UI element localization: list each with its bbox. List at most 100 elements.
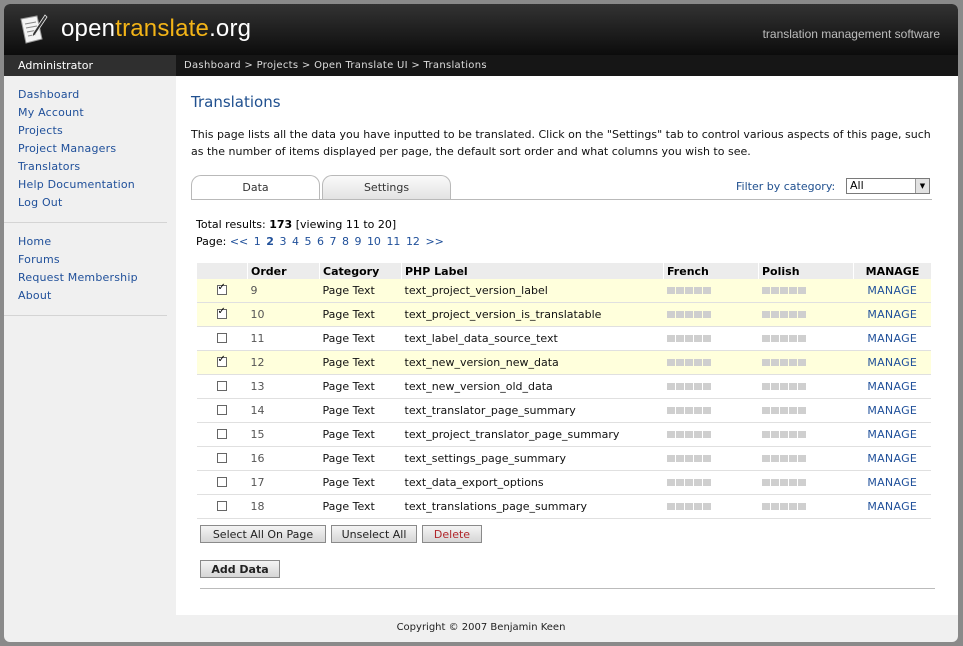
table-row: 18 Page Text text_translations_page_summar… [196, 494, 931, 519]
page-link[interactable]: 7 [329, 235, 336, 248]
add-data-button[interactable]: Add Data [200, 560, 280, 578]
sidebar-item-dashboard[interactable]: Dashboard [18, 86, 167, 104]
row-checkbox[interactable] [216, 306, 227, 319]
row-category: Page Text [319, 302, 402, 327]
sidebar-item-projects[interactable]: Projects [18, 122, 167, 140]
page-prev[interactable]: << [230, 235, 248, 248]
app-frame: opentranslate.org translation management… [4, 4, 958, 642]
tab-settings[interactable]: Settings [322, 175, 451, 200]
progress-square [693, 287, 702, 294]
content-divider [200, 588, 935, 589]
progress-square [666, 479, 675, 486]
viewing-range: [viewing 11 to 20] [295, 218, 397, 231]
row-french-progress [663, 279, 759, 303]
row-checkbox[interactable] [216, 453, 227, 463]
sidebar-item-home[interactable]: Home [18, 233, 167, 251]
row-category: Page Text [319, 326, 402, 351]
delete-button[interactable]: Delete [422, 525, 482, 543]
page-link[interactable]: 8 [342, 235, 349, 248]
row-category: Page Text [319, 494, 402, 519]
select-all-button[interactable]: Select All On Page [200, 525, 326, 543]
row-checkbox[interactable] [216, 477, 227, 487]
manage-link[interactable]: MANAGE [867, 284, 917, 297]
category-filter-select[interactable]: All ▼ [846, 178, 930, 194]
page-link[interactable]: 5 [304, 235, 311, 248]
row-checkbox[interactable] [216, 333, 227, 343]
progress-square [770, 479, 779, 486]
row-checkbox[interactable] [216, 381, 227, 391]
page-link[interactable]: 12 [406, 235, 420, 248]
manage-link[interactable]: MANAGE [867, 380, 917, 393]
progress-square [702, 287, 711, 294]
manage-link[interactable]: MANAGE [867, 332, 917, 345]
breadcrumb-projects[interactable]: Projects [257, 60, 299, 71]
row-polish-progress [758, 446, 854, 471]
row-manage-cell: MANAGE [853, 374, 931, 399]
progress-square [779, 479, 788, 486]
row-select-cell [196, 279, 248, 303]
row-polish-progress [758, 470, 854, 495]
manage-link[interactable]: MANAGE [867, 308, 917, 321]
tab-data[interactable]: Data [191, 175, 320, 200]
unselect-all-button[interactable]: Unselect All [331, 525, 417, 543]
manage-link[interactable]: MANAGE [867, 428, 917, 441]
progress-square [770, 407, 779, 414]
manage-link[interactable]: MANAGE [867, 356, 917, 369]
column-header-php-label[interactable]: PHP Label [401, 263, 664, 279]
progress-square [797, 335, 806, 342]
progress-square [693, 383, 702, 390]
page-link[interactable]: 1 [254, 235, 261, 248]
breadcrumb-dashboard[interactable]: Dashboard [184, 60, 241, 71]
progress-square [666, 431, 675, 438]
row-manage-cell: MANAGE [853, 302, 931, 327]
column-header-order[interactable]: Order [247, 263, 320, 279]
progress-square [761, 503, 770, 510]
progress-square [666, 455, 675, 462]
page-numbers: 1 2 3 4 5 6 7 8 9 10 11 12 [254, 235, 426, 248]
row-category: Page Text [319, 374, 402, 399]
sidebar-item-project-managers[interactable]: Project Managers [18, 140, 167, 158]
manage-link[interactable]: MANAGE [867, 500, 917, 513]
page-link[interactable]: 10 [367, 235, 381, 248]
manage-link[interactable]: MANAGE [867, 452, 917, 465]
row-select-cell [196, 326, 248, 351]
sidebar-item-log-out[interactable]: Log Out [18, 194, 167, 212]
progress-square [797, 455, 806, 462]
tagline: translation management software [762, 27, 940, 41]
progress-square [675, 503, 684, 510]
sidebar: Dashboard My Account Projects Project Ma… [4, 76, 176, 616]
row-checkbox[interactable] [216, 501, 227, 511]
breadcrumb-current: Translations [423, 60, 487, 71]
logo[interactable]: opentranslate.org [61, 15, 251, 43]
table-row: 9Page Texttext_project_version_label MANA… [196, 279, 931, 303]
breadcrumb-project[interactable]: Open Translate UI [314, 60, 408, 71]
progress-square [684, 431, 693, 438]
column-header-category[interactable]: Category [319, 263, 402, 279]
page-link[interactable]: 3 [279, 235, 286, 248]
sidebar-item-request-membership[interactable]: Request Membership [18, 269, 167, 287]
sidebar-item-translators[interactable]: Translators [18, 158, 167, 176]
row-checkbox[interactable] [216, 354, 227, 367]
progress-square [693, 359, 702, 366]
row-checkbox[interactable] [216, 429, 227, 439]
row-polish-progress [758, 279, 854, 303]
progress-square [702, 431, 711, 438]
sidebar-item-forums[interactable]: Forums [18, 251, 167, 269]
progress-square [779, 407, 788, 414]
page-link[interactable]: 6 [317, 235, 324, 248]
sidebar-item-help-documentation[interactable]: Help Documentation [18, 176, 167, 194]
progress-square [779, 311, 788, 318]
page-link[interactable]: 4 [292, 235, 299, 248]
chevron-down-icon[interactable]: ▼ [915, 179, 929, 193]
page-link[interactable]: 11 [386, 235, 400, 248]
sidebar-item-my-account[interactable]: My Account [18, 104, 167, 122]
row-checkbox[interactable] [216, 282, 227, 295]
manage-link[interactable]: MANAGE [867, 476, 917, 489]
manage-link[interactable]: MANAGE [867, 404, 917, 417]
page-link[interactable]: 9 [354, 235, 361, 248]
row-polish-progress [758, 326, 854, 351]
sidebar-item-about[interactable]: About [18, 287, 167, 305]
row-french-progress [663, 302, 759, 327]
row-checkbox[interactable] [216, 405, 227, 415]
page-next[interactable]: >> [425, 235, 443, 248]
